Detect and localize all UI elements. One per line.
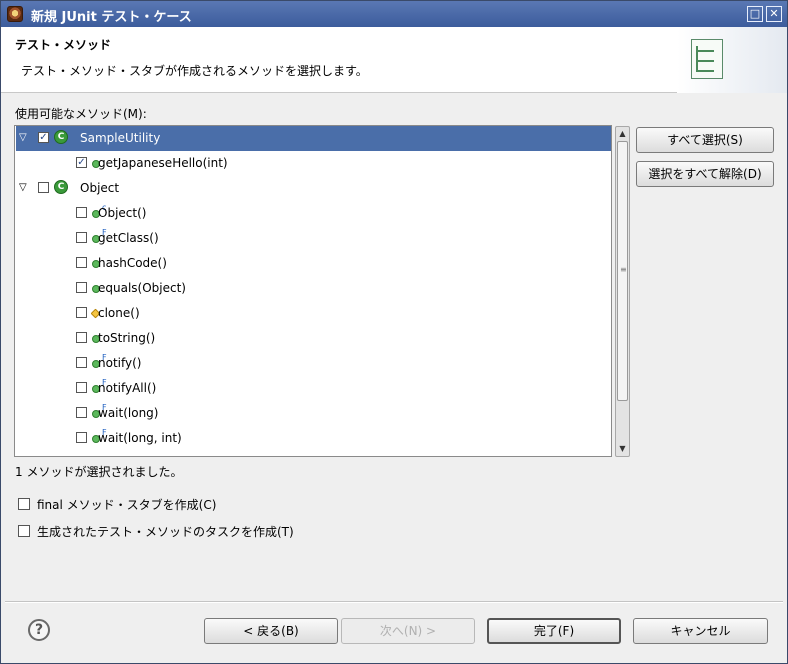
select-all-button[interactable]: すべて選択(S) (636, 127, 774, 153)
page-description: テスト・メソッド・スタブが作成されるメソッドを選択します。 (21, 64, 368, 78)
tree-scrollbar[interactable]: ▲ ≡ ▼ (615, 126, 630, 457)
tree-row[interactable]: FnotifyAll() (16, 376, 611, 401)
method-label: wait(long, int) (98, 431, 182, 445)
method-label: equals(Object) (98, 281, 186, 295)
method-label: notify() (98, 356, 142, 370)
wizard-header: テスト・メソッド テスト・メソッド・スタブが作成されるメソッドを選択します。 (1, 27, 787, 93)
tree-checkbox[interactable] (76, 282, 87, 293)
class-label: Object (80, 181, 120, 195)
tree-checkbox[interactable]: ✓ (38, 132, 49, 143)
tree-checkbox[interactable] (76, 232, 87, 243)
method-label: notifyAll() (98, 381, 157, 395)
expand-toggle-icon[interactable]: ▽ (19, 182, 27, 193)
maximize-icon[interactable]: □ (747, 6, 763, 22)
method-label: getJapaneseHello(int) (98, 156, 228, 170)
footer-divider (5, 601, 783, 603)
close-icon[interactable]: ✕ (766, 6, 782, 22)
method-label: toString() (98, 331, 156, 345)
tree-checkbox[interactable] (76, 332, 87, 343)
tree-row[interactable]: Fnotify() (16, 351, 611, 376)
scroll-up-icon[interactable]: ▲ (616, 127, 629, 141)
tree-checkbox[interactable] (76, 357, 87, 368)
scroll-thumb[interactable]: ≡ (617, 141, 628, 401)
wizard-banner-icon (677, 27, 787, 93)
title-bar[interactable]: 新規 JUnit テスト・ケース □ ✕ (1, 1, 787, 27)
tree-row[interactable]: equals(Object) (16, 276, 611, 301)
methods-tree[interactable]: ▽ ✓ C SampleUtility ✓ getJapaneseHello(int) ▽ C… (14, 125, 612, 457)
grip-icon: ≡ (620, 265, 627, 274)
selection-status: 1 メソッドが選択されました。 (15, 465, 183, 479)
method-label: getClass() (98, 231, 159, 245)
deselect-all-button[interactable]: 選択をすべて解除(D) (636, 161, 774, 187)
tree-checkbox[interactable] (76, 257, 87, 268)
scroll-down-icon[interactable]: ▼ (616, 442, 629, 456)
tree-checkbox[interactable] (38, 182, 49, 193)
tree-row[interactable]: Fwait(long) (16, 401, 611, 426)
tree-row[interactable]: c Object() (16, 201, 611, 226)
method-label: Object() (98, 206, 147, 220)
class-icon: C (54, 130, 68, 144)
tree-checkbox[interactable] (76, 307, 87, 318)
app-icon (7, 6, 23, 22)
tree-row[interactable]: toString() (16, 326, 611, 351)
tree-row[interactable]: hashCode() (16, 251, 611, 276)
back-button[interactable]: < 戻る(B) (204, 618, 338, 644)
tree-checkbox[interactable] (76, 432, 87, 443)
tree-checkbox[interactable] (76, 382, 87, 393)
task-create-checkbox[interactable] (18, 525, 30, 537)
method-label: wait(long) (98, 406, 159, 420)
page-title: テスト・メソッド (15, 38, 112, 52)
tree-checkbox[interactable] (76, 407, 87, 418)
method-label: hashCode() (98, 256, 167, 270)
task-create-label: 生成されたテスト・メソッドのタスクを作成(T) (37, 525, 294, 539)
final-stubs-checkbox[interactable] (18, 498, 30, 510)
cancel-button[interactable]: キャンセル (633, 618, 768, 644)
tree-row[interactable]: clone() (16, 301, 611, 326)
expand-toggle-icon[interactable]: ▽ (19, 132, 27, 143)
tree-checkbox[interactable]: ✓ (76, 157, 87, 168)
tree-row[interactable]: ▽ ✓ C SampleUtility (16, 126, 611, 151)
methods-label: 使用可能なメソッド(M): (15, 107, 147, 121)
window-title: 新規 JUnit テスト・ケース (31, 10, 192, 25)
finish-button[interactable]: 完了(F) (487, 618, 621, 644)
tree-row[interactable]: ✓ getJapaneseHello(int) (16, 151, 611, 176)
class-label: SampleUtility (80, 131, 161, 145)
tree-row[interactable]: FgetClass() (16, 226, 611, 251)
tree-row[interactable]: Fwait(long, int) (16, 426, 611, 451)
class-icon: C (54, 180, 68, 194)
tree-row[interactable]: ▽ C Object (16, 176, 611, 201)
final-stubs-label: final メソッド・スタブを作成(C) (37, 498, 217, 512)
tree-checkbox[interactable] (76, 207, 87, 218)
method-label: clone() (98, 306, 140, 320)
help-icon[interactable]: ? (28, 619, 50, 641)
dialog-window: 新規 JUnit テスト・ケース □ ✕ テスト・メソッド テスト・メソッド・ス… (0, 0, 788, 664)
next-button[interactable]: 次へ(N) > (341, 618, 475, 644)
